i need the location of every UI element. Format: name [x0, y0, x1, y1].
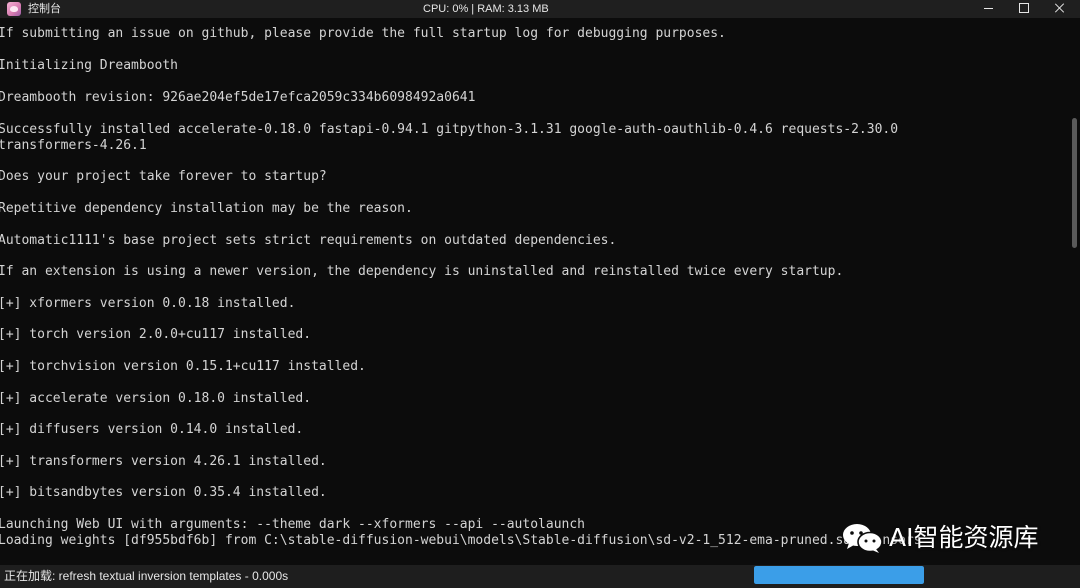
console-window: 控制台 CPU: 0% | RAM: 3.13 MB If submitting… — [0, 0, 1080, 588]
scrollbar-thumb[interactable] — [1072, 118, 1077, 248]
log-line: [+] torchvision version 0.15.1+cu117 ins… — [0, 359, 366, 374]
log-line: [+] accelerate version 0.18.0 installed. — [0, 391, 312, 406]
title-bar[interactable]: 控制台 CPU: 0% | RAM: 3.13 MB — [0, 0, 1080, 18]
log-line: [+] torch version 2.0.0+cu117 installed. — [0, 327, 312, 342]
performance-readout: CPU: 0% | RAM: 3.13 MB — [423, 3, 549, 15]
log-line: Does your project take forever to startu… — [0, 169, 327, 184]
log-line: Launching Web UI with arguments: --theme… — [0, 517, 585, 532]
watermark-text: AI智能资源库 — [889, 523, 1039, 552]
log-line: [+] bitsandbytes version 0.35.4 installe… — [0, 485, 327, 500]
log-line: [+] xformers version 0.0.18 installed. — [0, 296, 296, 311]
log-line: If submitting an issue on github, please… — [0, 26, 726, 41]
maximize-button[interactable] — [1006, 0, 1042, 18]
maximize-icon — [1019, 3, 1029, 13]
log-line: Successfully installed accelerate-0.18.0… — [0, 122, 899, 137]
log-line: Loading weights [df955bdf6b] from C:\sta… — [0, 533, 922, 548]
status-bar: 正在加载: refresh textual inversion template… — [0, 565, 1080, 588]
minimize-button[interactable] — [970, 0, 1006, 18]
log-line: [+] transformers version 4.26.1 installe… — [0, 454, 327, 469]
status-message: 正在加载: refresh textual inversion template… — [4, 569, 289, 583]
watermark: AI智能资源库 — [841, 520, 1053, 558]
close-button[interactable] — [1042, 0, 1078, 18]
close-icon — [1055, 3, 1065, 13]
app-icon — [7, 2, 21, 16]
wechat-icon — [843, 524, 883, 553]
log-line: Dreambooth revision: 926ae204ef5de17efca… — [0, 90, 476, 105]
log-line: If an extension is using a newer version… — [0, 264, 844, 279]
log-line: Automatic1111's base project sets strict… — [0, 233, 617, 248]
log-line: transformers-4.26.1 — [0, 138, 147, 153]
log-line: [+] diffusers version 0.14.0 installed. — [0, 422, 304, 437]
progress-fill — [754, 566, 924, 584]
console-output[interactable]: If submitting an issue on github, please… — [0, 18, 1070, 565]
minimize-icon — [984, 8, 993, 9]
window-title: 控制台 — [28, 3, 61, 15]
loading-progress-bar — [754, 566, 924, 584]
log-line: Initializing Dreambooth — [0, 58, 179, 73]
log-line: Repetitive dependency installation may b… — [0, 201, 413, 216]
